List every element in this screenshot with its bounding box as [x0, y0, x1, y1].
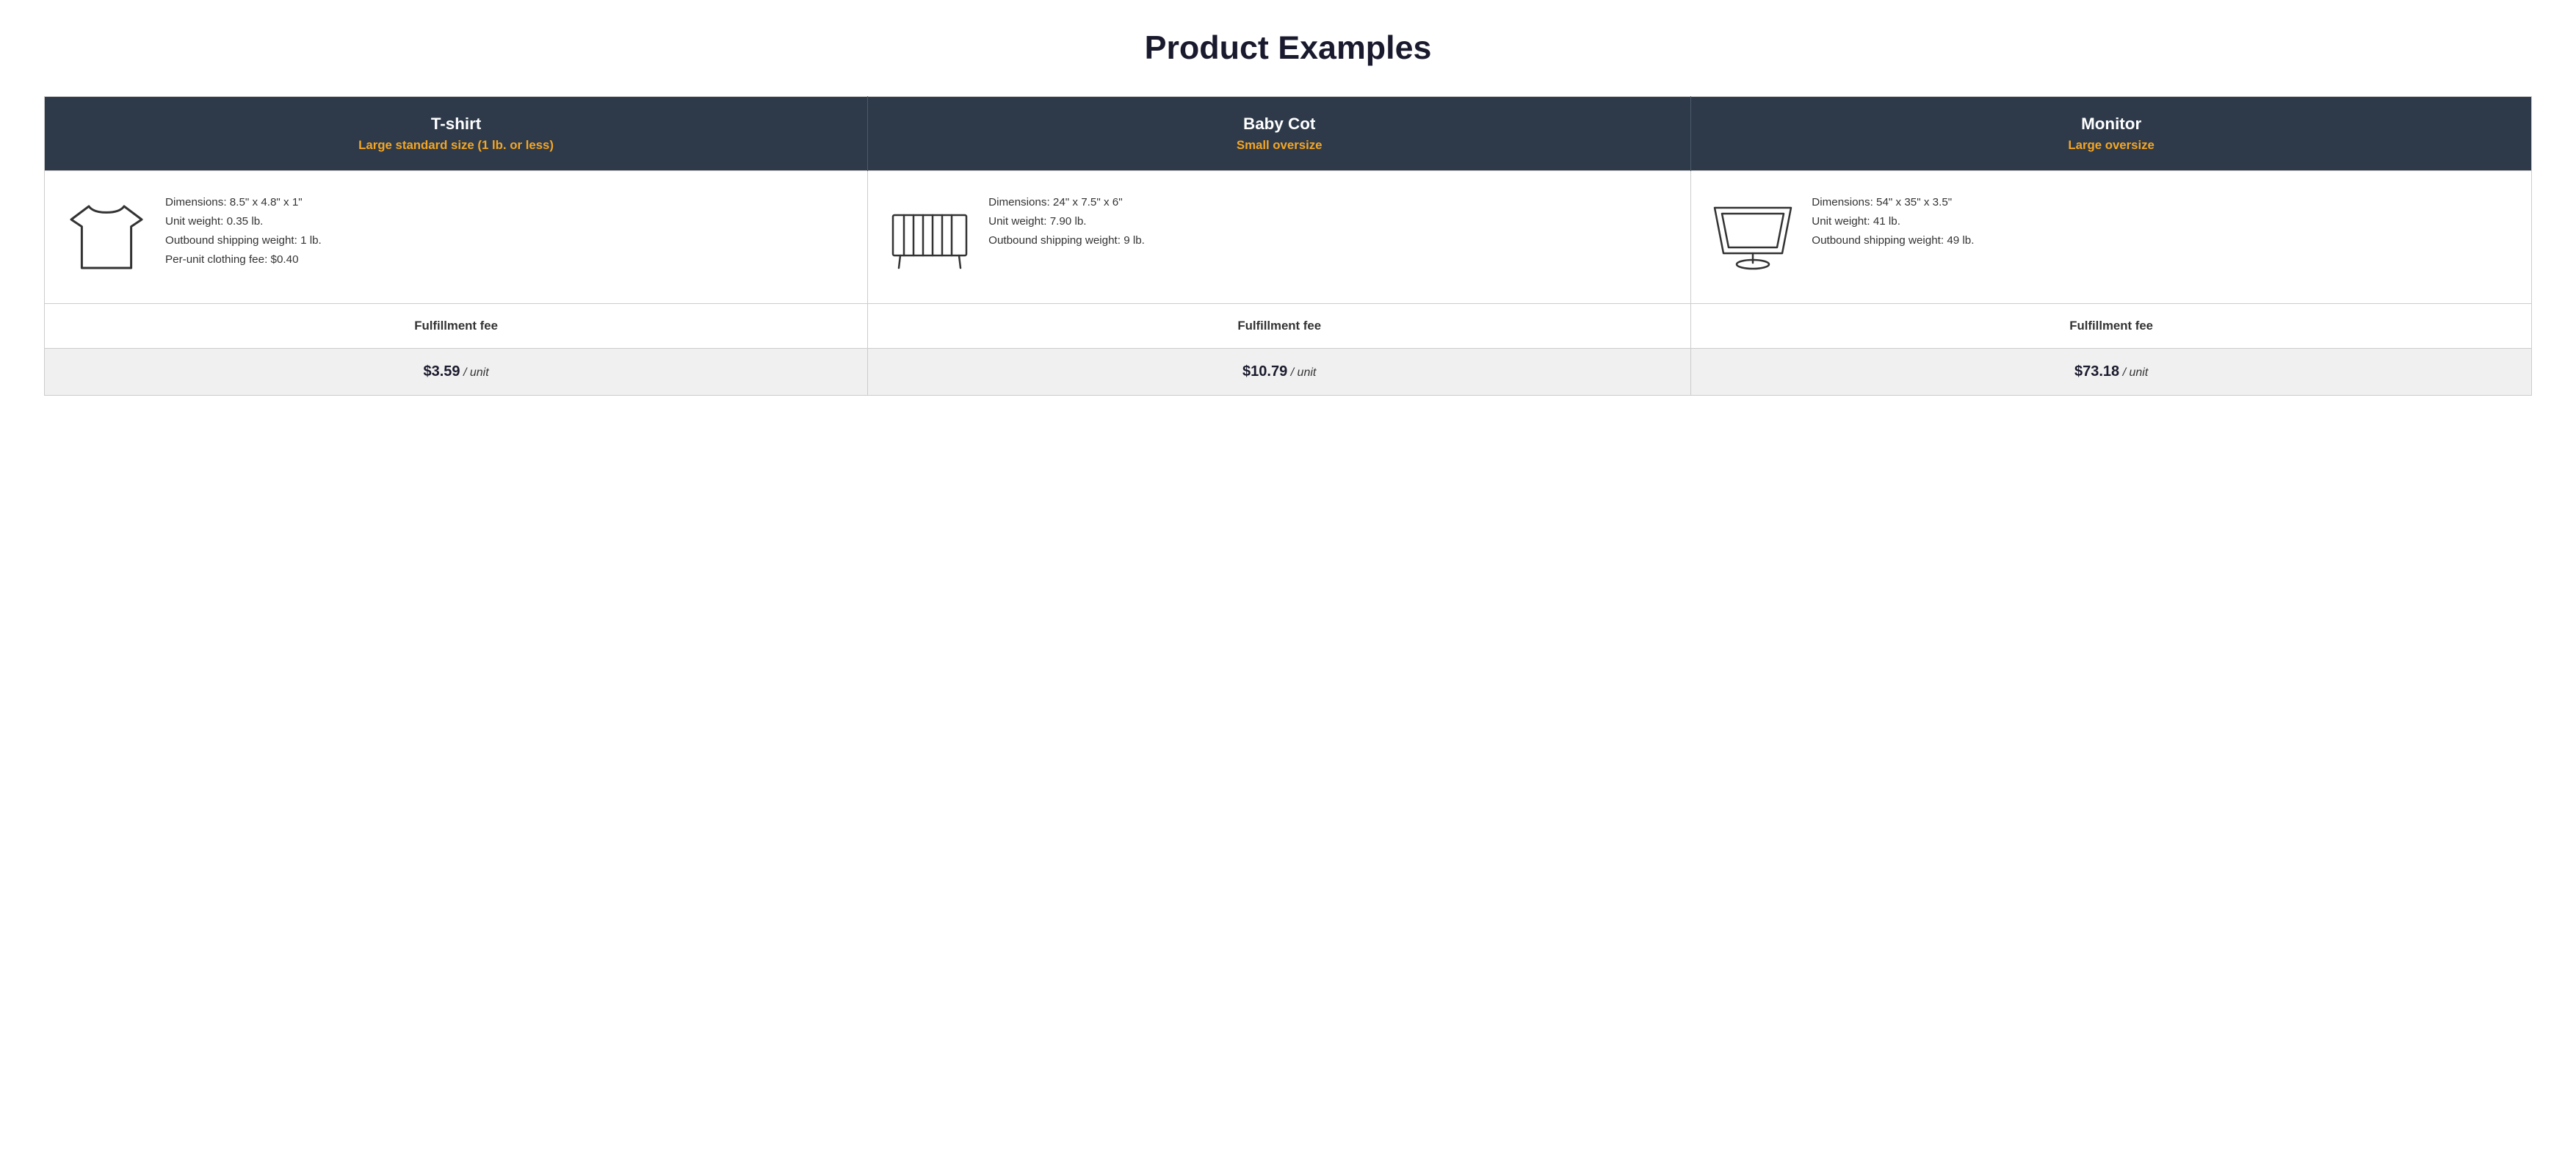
tshirt-fee-amount: $3.59 — [423, 363, 460, 380]
babycot-icon — [886, 193, 974, 281]
monitor-weight: Unit weight: 41 lb. — [1812, 215, 1900, 228]
babycot-weight: Unit weight: 7.90 lb. — [988, 215, 1086, 228]
tshirt-fee-value-cell: $3.59 / unit — [45, 349, 868, 396]
babycot-product-cell: Dimensions: 24" x 7.5" x 6" Unit weight:… — [886, 193, 1673, 281]
monitor-size: Large oversize — [1706, 138, 2517, 153]
header-cell-monitor: Monitor Large oversize — [1691, 97, 2532, 171]
tshirt-dimensions: Dimensions: 8.5" x 4.8" x 1" — [165, 196, 303, 209]
babycot-details: Dimensions: 24" x 7.5" x 6" Unit weight:… — [988, 193, 1145, 250]
header-row: T-shirt Large standard size (1 lb. or le… — [45, 97, 2532, 171]
babycot-fee-amount: $10.79 — [1242, 363, 1287, 380]
tshirt-size: Large standard size (1 lb. or less) — [59, 138, 853, 153]
tshirt-fee-unit: / unit — [463, 366, 489, 379]
monitor-details: Dimensions: 54" x 35" x 3.5" Unit weight… — [1812, 193, 1974, 250]
fee-label-row: Fulfillment fee Fulfillment fee Fulfillm… — [45, 304, 2532, 349]
monitor-dimensions: Dimensions: 54" x 35" x 3.5" — [1812, 196, 1952, 209]
monitor-name: Monitor — [1706, 115, 2517, 134]
monitor-icon — [1709, 193, 1797, 281]
monitor-fee-value-cell: $73.18 / unit — [1691, 349, 2532, 396]
babycot-fee-value-cell: $10.79 / unit — [868, 349, 1691, 396]
babycot-outbound: Outbound shipping weight: 9 lb. — [988, 234, 1145, 247]
monitor-outbound: Outbound shipping weight: 49 lb. — [1812, 234, 1974, 247]
tshirt-extra-fee: Per-unit clothing fee: $0.40 — [165, 253, 299, 266]
product-table: T-shirt Large standard size (1 lb. or le… — [44, 96, 2532, 396]
tshirt-details-cell: Dimensions: 8.5" x 4.8" x 1" Unit weight… — [45, 171, 868, 304]
tshirt-outbound: Outbound shipping weight: 1 lb. — [165, 234, 322, 247]
header-cell-tshirt: T-shirt Large standard size (1 lb. or le… — [45, 97, 868, 171]
monitor-fee-label: Fulfillment fee — [1691, 304, 2532, 349]
babycot-fee-unit: / unit — [1291, 366, 1317, 379]
header-cell-babycot: Baby Cot Small oversize — [868, 97, 1691, 171]
babycot-size: Small oversize — [883, 138, 1676, 153]
babycot-dimensions: Dimensions: 24" x 7.5" x 6" — [988, 196, 1122, 209]
tshirt-product-cell: Dimensions: 8.5" x 4.8" x 1" Unit weight… — [62, 193, 850, 281]
babycot-name: Baby Cot — [883, 115, 1676, 134]
page-title: Product Examples — [44, 29, 2532, 67]
monitor-fee-amount: $73.18 — [2074, 363, 2119, 380]
monitor-details-cell: Dimensions: 54" x 35" x 3.5" Unit weight… — [1691, 171, 2532, 304]
fee-value-row: $3.59 / unit $10.79 / unit $73.18 / unit — [45, 349, 2532, 396]
tshirt-weight: Unit weight: 0.35 lb. — [165, 215, 263, 228]
babycot-fee-label: Fulfillment fee — [868, 304, 1691, 349]
tshirt-fee-label: Fulfillment fee — [45, 304, 868, 349]
tshirt-name: T-shirt — [59, 115, 853, 134]
monitor-product-cell: Dimensions: 54" x 35" x 3.5" Unit weight… — [1709, 193, 2514, 281]
monitor-fee-unit: / unit — [2123, 366, 2149, 379]
tshirt-details: Dimensions: 8.5" x 4.8" x 1" Unit weight… — [165, 193, 322, 269]
babycot-details-cell: Dimensions: 24" x 7.5" x 6" Unit weight:… — [868, 171, 1691, 304]
tshirt-icon — [62, 193, 151, 281]
details-row: Dimensions: 8.5" x 4.8" x 1" Unit weight… — [45, 171, 2532, 304]
